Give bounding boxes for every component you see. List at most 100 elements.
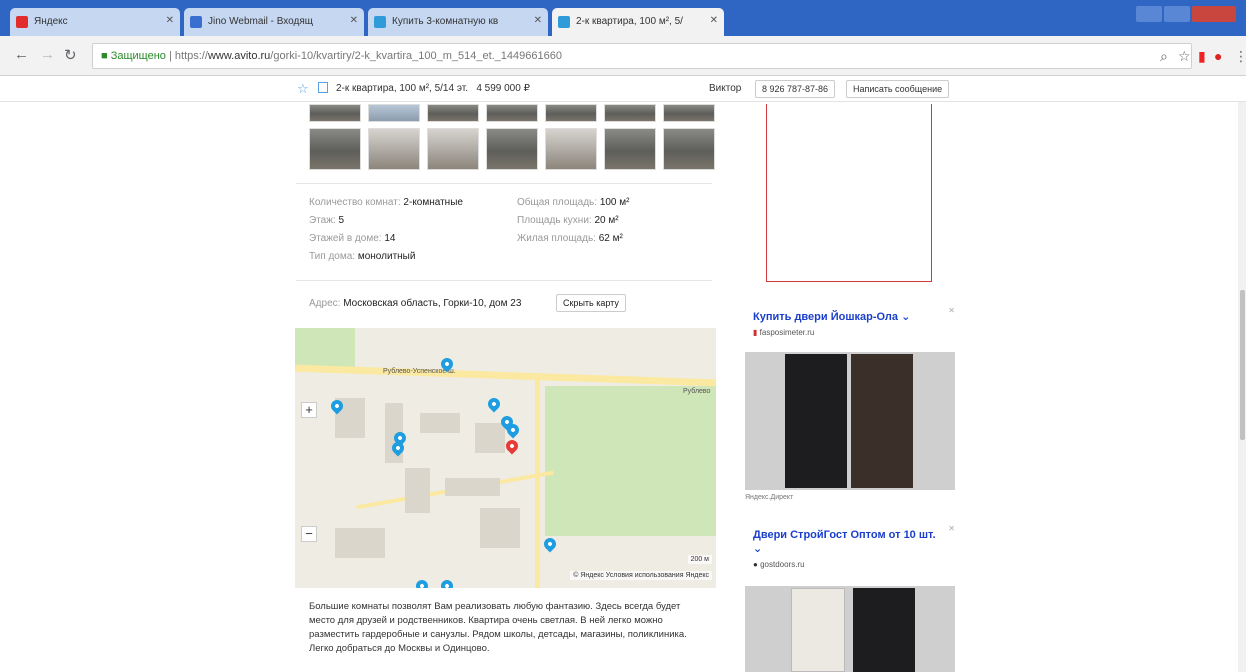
door-image [791,588,845,672]
map-marker-icon[interactable] [485,395,503,413]
param-label: Общая площадь: [517,197,598,208]
tab-label: Купить 3-комнатную кв [392,16,499,27]
write-message-button[interactable]: Написать сообщение [846,80,950,98]
minimize-icon[interactable] [1136,6,1162,22]
ad-caption[interactable]: Яндекс.Директ [745,494,793,501]
url-host: www.avito.ru [207,50,271,62]
address-label: Адрес: [309,298,341,309]
map-zoom-in-button[interactable]: + [301,402,317,418]
photo-thumbnail[interactable] [368,128,420,170]
ad-domain-text: fasposimeter.ru [759,328,815,337]
map-main-road [295,364,716,387]
map-marker-icon[interactable] [413,577,431,588]
hide-map-button[interactable]: Скрыть карту [556,294,626,312]
map-building [480,508,520,548]
param-label: Площадь кухни: [517,215,592,226]
browser-tab-avito-listing[interactable]: 2-к квартира, 100 м², 5/ ✕ [552,8,724,36]
secure-label: Защищено [110,50,166,62]
listing-price: 4 599 000 ₽ [476,83,530,94]
ad-title[interactable]: Двери СтройГост Оптом от 10 шт. ⌄ [745,524,955,556]
map-marker-icon[interactable] [541,535,559,553]
photo-thumbnail[interactable] [604,104,656,122]
url-scheme: https:// [174,50,208,62]
map-park-area [545,386,716,536]
map-selected-marker-icon[interactable] [503,437,521,455]
map-marker-icon[interactable] [438,577,456,588]
photo-thumbnail[interactable] [486,104,538,122]
ad-title[interactable]: Купить двери Йошкар-Ола ⌄ [745,306,955,324]
ad-domain[interactable]: ● gostdoors.ru [745,560,955,569]
ad-domain[interactable]: ▮ fasposimeter.ru [745,328,955,337]
ad-title-text: Двери СтройГост Оптом от 10 шт. [753,529,936,541]
map-park-area [295,328,355,368]
ad-close-icon[interactable]: ✕ [948,524,955,533]
photo-thumbnail[interactable] [663,104,715,122]
window-close-icon[interactable] [1192,6,1236,22]
map-building [420,413,460,433]
param-value: 5 [338,215,345,226]
photo-thumbnail[interactable] [663,128,715,170]
ad-close-icon[interactable]: ✕ [948,306,955,315]
close-icon[interactable]: ✕ [166,15,174,26]
listing-title-text: 2-к квартира, 100 м², 5/14 эт. [336,83,468,94]
param-row: Жилая площадь: 62 м² [517,230,629,248]
photo-thumbnail[interactable] [545,128,597,170]
param-row: Площадь кухни: 20 м² [517,212,629,230]
param-row: Тип дома: монолитный [309,248,463,266]
browser-tab-webmail[interactable]: Jino Webmail - Входящ ✕ [184,8,364,36]
photo-thumbnail[interactable] [368,104,420,122]
back-arrow-icon[interactable]: ← [14,46,29,63]
avito-favicon-icon [374,16,386,28]
photo-thumbnail[interactable] [309,104,361,122]
reload-icon[interactable]: ↻ [64,46,77,64]
map-building [405,468,430,513]
tab-label: Яндекс [34,16,68,27]
tab-label: Jino Webmail - Входящ [208,16,313,27]
map-building [335,528,385,558]
zoom-icon[interactable]: ⌕ [1160,48,1168,65]
avito-favicon-icon [558,16,570,28]
maximize-icon[interactable] [1164,6,1190,22]
yandex-favicon-icon [16,16,28,28]
menu-icon[interactable]: ⋮ [1234,48,1246,65]
ad-block[interactable]: ✕ Двери СтройГост Оптом от 10 шт. ⌄ ● go… [745,524,955,672]
photo-thumbnail[interactable] [545,104,597,122]
page-scrollbar-thumb[interactable] [1240,290,1245,440]
browser-tab-yandex[interactable]: Яндекс ✕ [10,8,180,36]
photo-thumbnail[interactable] [486,128,538,170]
show-phone-button[interactable]: 8 926 787-87-86 [755,80,836,98]
close-icon[interactable]: ✕ [534,15,542,26]
forward-arrow-icon[interactable]: → [40,46,55,63]
photo-thumbnail[interactable] [427,104,479,122]
close-icon[interactable]: ✕ [710,15,718,26]
extension-icon[interactable]: ▮ [1198,48,1206,65]
map-road [535,378,540,588]
photo-thumbnail[interactable] [309,128,361,170]
ad-image[interactable] [745,352,955,490]
map-building [445,478,500,496]
adblock-icon[interactable]: ● [1214,48,1222,64]
door-image [851,354,913,488]
browser-toolbar: ← → ↻ ■ Защищено | https://www.avito.ru/… [0,36,1246,76]
photo-thumbnail[interactable] [604,128,656,170]
lock-icon: ■ [101,50,108,62]
param-row: Количество комнат: 2-комнатные [309,194,463,212]
param-value: 100 м² [599,197,630,208]
ad-block[interactable]: ✕ Купить двери Йошкар-Ола ⌄ ▮ fasposimet… [745,306,955,492]
map-attribution[interactable]: © Яндекс Условия использования Яндекс [570,571,712,580]
param-value: 62 м² [598,233,623,244]
site-icon: ▮ [753,328,758,337]
browser-tab-avito-search[interactable]: Купить 3-комнатную кв ✕ [368,8,548,36]
photo-thumbnail[interactable] [427,128,479,170]
compare-icon[interactable] [318,82,328,93]
param-row: Общая площадь: 100 м² [517,194,629,212]
params-right: Общая площадь: 100 м² Площадь кухни: 20 … [517,194,629,248]
map-zoom-out-button[interactable]: − [301,526,317,542]
close-icon[interactable]: ✕ [350,15,358,26]
ad-image[interactable] [745,586,955,672]
bookmark-star-icon[interactable]: ☆ [1178,48,1191,65]
url-field[interactable]: ■ Защищено | https://www.avito.ru/gorki-… [92,43,1192,69]
yandex-map[interactable]: Рублево-Успенское ш. Рублево + − 200 м ©… [295,328,716,588]
favorite-star-icon[interactable]: ☆ [297,81,309,97]
param-label: Тип дома: [309,251,356,262]
